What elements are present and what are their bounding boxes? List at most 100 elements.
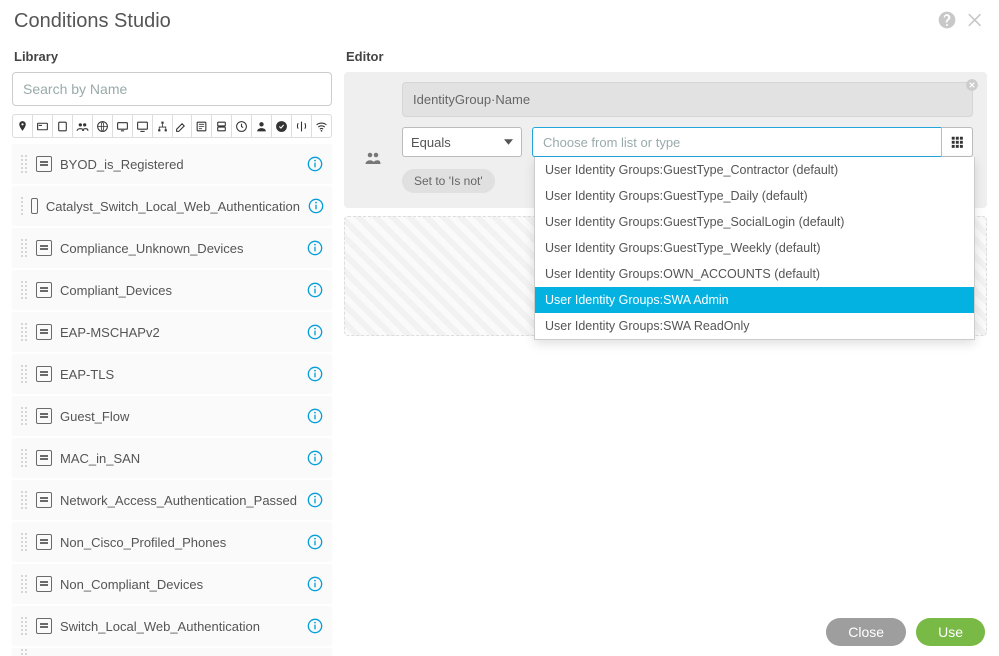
value-input[interactable] — [532, 127, 941, 157]
library-item-label: BYOD_is_Registered — [60, 157, 298, 172]
info-icon[interactable] — [308, 197, 324, 215]
operator-select[interactable]: Equals — [402, 127, 522, 157]
library-item-label: EAP-MSCHAPv2 — [60, 325, 298, 340]
drag-handle-icon[interactable] — [20, 490, 28, 510]
info-icon[interactable] — [306, 281, 324, 299]
drag-handle-icon[interactable] — [20, 616, 28, 636]
library-item-label: Compliance_Unknown_Devices — [60, 241, 298, 256]
info-icon[interactable] — [306, 323, 324, 341]
drag-handle-icon[interactable] — [20, 196, 23, 216]
attribute-field[interactable]: IdentityGroup·Name — [402, 82, 973, 117]
info-icon[interactable] — [306, 155, 324, 173]
help-icon[interactable] — [937, 10, 957, 33]
info-icon[interactable] — [306, 533, 324, 551]
library-item-label: Catalyst_Switch_Local_Web_Authentication — [46, 199, 300, 214]
grid-picker-icon[interactable] — [941, 127, 973, 157]
library-item-label: Compliant_Devices — [60, 283, 298, 298]
close-icon[interactable] — [965, 10, 985, 33]
filter-wifi-icon[interactable] — [312, 115, 331, 137]
condition-icon — [36, 450, 52, 466]
filter-check-icon[interactable] — [272, 115, 292, 137]
close-button[interactable]: Close — [826, 618, 906, 646]
identity-group-icon — [358, 109, 388, 167]
drag-handle-icon[interactable] — [20, 448, 28, 468]
dialog-title: Conditions Studio — [14, 10, 171, 33]
library-item[interactable]: Compliance_Unknown_Devices — [12, 228, 332, 268]
filter-clock-icon[interactable] — [232, 115, 252, 137]
info-icon[interactable] — [306, 365, 324, 383]
drag-handle-icon[interactable] — [20, 364, 28, 384]
library-item[interactable]: Switch_Local_Web_Authentication — [12, 606, 332, 646]
filter-monitor-icon[interactable] — [113, 115, 133, 137]
dropdown-option[interactable]: User Identity Groups:OWN_ACCOUNTS (defau… — [535, 261, 974, 287]
library-item[interactable]: Non_Compliant_Devices — [12, 564, 332, 604]
condition-icon — [36, 408, 52, 424]
library-item-label: Switch_Local_Web_Authentication — [60, 619, 298, 634]
condition-icon — [36, 156, 52, 172]
dropdown-option[interactable]: User Identity Groups:GuestType_Daily (de… — [535, 183, 974, 209]
library-search[interactable] — [12, 72, 332, 106]
filter-list-icon[interactable] — [192, 115, 212, 137]
drag-handle-icon[interactable] — [20, 648, 28, 656]
library-item[interactable] — [12, 648, 332, 656]
library-item-label: Non_Compliant_Devices — [60, 577, 298, 592]
library-item-label: Guest_Flow — [60, 409, 298, 424]
dropdown-option[interactable]: User Identity Groups:GuestType_SocialLog… — [535, 209, 974, 235]
drag-handle-icon[interactable] — [20, 322, 28, 342]
library-item[interactable]: MAC_in_SAN — [12, 438, 332, 478]
drag-handle-icon[interactable] — [20, 532, 28, 552]
filter-user-icon[interactable] — [252, 115, 272, 137]
library-item[interactable]: Network_Access_Authentication_Passed — [12, 480, 332, 520]
library-item[interactable]: Catalyst_Switch_Local_Web_Authentication — [12, 186, 332, 226]
info-icon[interactable] — [306, 239, 324, 257]
drag-handle-icon[interactable] — [20, 280, 28, 300]
set-is-not-toggle[interactable]: Set to 'Is not' — [402, 169, 495, 193]
info-icon[interactable] — [306, 407, 324, 425]
drag-handle-icon[interactable] — [20, 574, 28, 594]
filter-antenna-icon[interactable] — [292, 115, 312, 137]
library-item[interactable]: Non_Cisco_Profiled_Phones — [12, 522, 332, 562]
drag-handle-icon[interactable] — [20, 154, 28, 174]
clear-condition-icon[interactable] — [965, 78, 979, 95]
filter-globe-icon[interactable] — [93, 115, 113, 137]
library-item[interactable]: EAP-MSCHAPv2 — [12, 312, 332, 352]
info-icon[interactable] — [306, 491, 324, 509]
drag-handle-icon[interactable] — [20, 406, 28, 426]
use-button[interactable]: Use — [916, 618, 985, 646]
drag-handle-icon[interactable] — [20, 238, 28, 258]
filter-tree-icon[interactable] — [153, 115, 173, 137]
condition-icon — [36, 576, 52, 592]
editor-title: Editor — [344, 39, 987, 72]
library-item-label: Non_Cisco_Profiled_Phones — [60, 535, 298, 550]
library-item-label: Network_Access_Authentication_Passed — [60, 493, 298, 508]
dropdown-option[interactable]: User Identity Groups:SWA ReadOnly — [535, 313, 974, 339]
library-item-label: EAP-TLS — [60, 367, 298, 382]
search-input[interactable] — [23, 81, 321, 97]
dialog-header: Conditions Studio — [0, 0, 999, 39]
filter-server-icon[interactable] — [212, 115, 232, 137]
condition-icon — [36, 534, 52, 550]
filter-group-icon[interactable] — [73, 115, 93, 137]
library-item[interactable]: Compliant_Devices — [12, 270, 332, 310]
dialog-footer: Close Use — [826, 618, 985, 646]
info-icon[interactable] — [306, 575, 324, 593]
library-list: BYOD_is_Registered Catalyst_Switch_Local… — [12, 144, 332, 656]
condition-icon — [36, 366, 52, 382]
info-icon[interactable] — [306, 617, 324, 635]
library-title: Library — [12, 39, 332, 72]
filter-device-icon[interactable] — [53, 115, 73, 137]
filter-card-icon[interactable] — [33, 115, 53, 137]
library-panel: Library BYOD_is_Registered Catalyst_Swit… — [12, 39, 332, 656]
condition-icon — [36, 240, 52, 256]
library-item[interactable]: BYOD_is_Registered — [12, 144, 332, 184]
filter-desktop-icon[interactable] — [133, 115, 153, 137]
dropdown-option[interactable]: User Identity Groups:GuestType_Weekly (d… — [535, 235, 974, 261]
library-filter-row — [12, 114, 332, 138]
info-icon[interactable] — [306, 449, 324, 467]
filter-edit-icon[interactable] — [173, 115, 193, 137]
library-item[interactable]: EAP-TLS — [12, 354, 332, 394]
library-item[interactable]: Guest_Flow — [12, 396, 332, 436]
filter-location-icon[interactable] — [13, 115, 33, 137]
dropdown-option[interactable]: User Identity Groups:GuestType_Contracto… — [535, 157, 974, 183]
dropdown-option[interactable]: User Identity Groups:SWA Admin — [535, 287, 974, 313]
